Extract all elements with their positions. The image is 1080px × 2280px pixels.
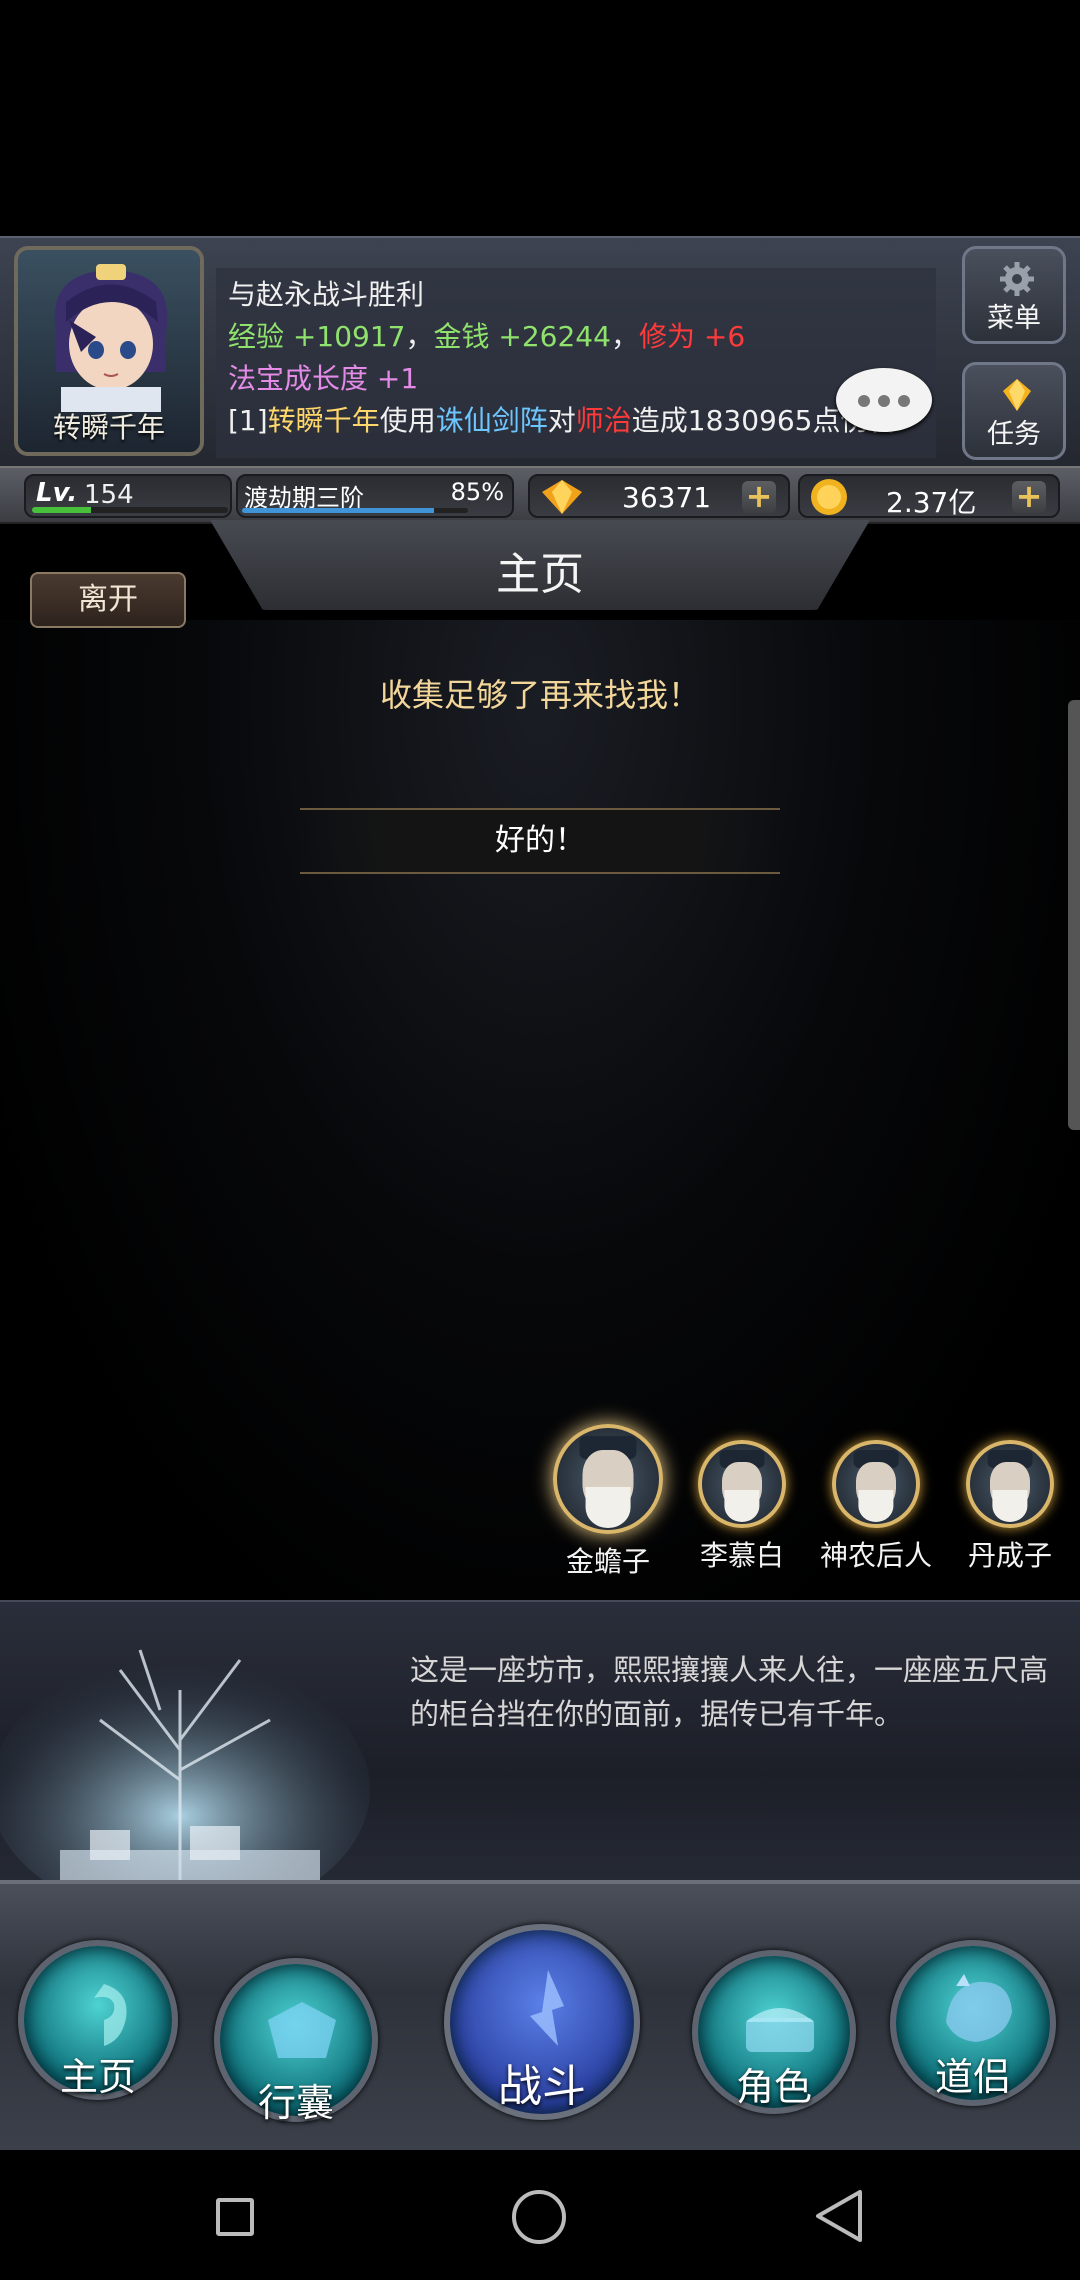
location-description: 这是一座坊市，熙熙攘攘人来人往，一座座五尺高的柜台挡在你的面前，据传已有千年。 bbox=[410, 1653, 1049, 1731]
npc-portrait-icon bbox=[832, 1440, 920, 1528]
sword-icon bbox=[530, 1970, 564, 2046]
scrollbar[interactable] bbox=[1068, 700, 1080, 1130]
market-tree-illustration bbox=[0, 1649, 370, 1910]
log-line-1: 与赵永战斗胜利 bbox=[228, 274, 924, 316]
realm-box: 渡劫期三阶 85% bbox=[236, 474, 514, 518]
task-gem-icon bbox=[1003, 379, 1031, 411]
avatar-portrait-icon bbox=[54, 264, 168, 412]
level-label: Lv. bbox=[36, 478, 78, 508]
log-round: [1] bbox=[228, 404, 268, 437]
player-avatar[interactable]: 转瞬千年 bbox=[14, 246, 204, 456]
add-gold-button[interactable]: + bbox=[1012, 480, 1046, 513]
task-button[interactable]: 任务 bbox=[962, 362, 1066, 460]
nav-bag-label: 行囊 bbox=[257, 2081, 334, 2125]
task-label: 任务 bbox=[987, 419, 1041, 450]
gem-count: 36371 bbox=[622, 481, 712, 514]
nav-partner-button[interactable]: 道侣 bbox=[890, 1940, 1056, 2106]
gold-box: 2.37亿 + bbox=[798, 474, 1060, 519]
log-line-4: [1]转瞬千年使用诛仙剑阵对师治造成1830965点伤害 bbox=[228, 400, 924, 442]
gem-box: 36371 + bbox=[528, 474, 790, 518]
status-area bbox=[0, 0, 1080, 236]
battle-log: 与赵永战斗胜利 经验 +10917，金钱 +26244，修为 +6 法宝成长度 … bbox=[216, 268, 936, 458]
npc-item[interactable]: 李慕白 bbox=[682, 1440, 802, 1574]
log-comma: ， bbox=[610, 320, 639, 353]
reply-option-ok[interactable]: 好的！ bbox=[300, 808, 780, 874]
log-line-2: 经验 +10917，金钱 +26244，修为 +6 bbox=[228, 316, 924, 358]
money-label: 金钱 bbox=[433, 320, 490, 353]
level-value: 154 bbox=[84, 480, 134, 510]
chat-bubble-icon[interactable] bbox=[836, 368, 932, 432]
home-icon bbox=[94, 1984, 127, 2046]
npc-name: 李慕白 bbox=[699, 1539, 784, 1572]
log-comma: ， bbox=[405, 320, 434, 353]
npc-name: 金蟾子 bbox=[565, 1545, 650, 1578]
cultivation-value: +6 bbox=[703, 320, 746, 353]
log-target: 师治 bbox=[575, 404, 632, 437]
realm-percent: 85% bbox=[450, 478, 504, 506]
treasure-value: +1 bbox=[376, 362, 419, 395]
system-nav-bar bbox=[0, 2150, 1080, 2280]
log-actor: 转瞬千年 bbox=[267, 404, 380, 437]
player-name: 转瞬千年 bbox=[52, 411, 165, 444]
money-value: +26244 bbox=[498, 320, 611, 353]
log-skill: 诛仙剑阵 bbox=[435, 404, 548, 437]
menu-button[interactable]: 菜单 bbox=[962, 246, 1066, 344]
leave-button[interactable]: 离开 bbox=[30, 572, 186, 628]
nav-battle-button[interactable]: 战斗 bbox=[444, 1924, 640, 2120]
npc-item[interactable]: 丹成子 bbox=[950, 1440, 1070, 1574]
player-header: 转瞬千年 与赵永战斗胜利 经验 +10917，金钱 +26244，修为 +6 法… bbox=[0, 236, 1080, 476]
npc-item[interactable]: 金蟾子 bbox=[548, 1424, 668, 1580]
level-progress-fill bbox=[32, 507, 91, 513]
gem-icon bbox=[542, 480, 582, 514]
nav-home-label: 主页 bbox=[59, 2055, 136, 2099]
nav-battle-label: 战斗 bbox=[498, 2061, 586, 2112]
stat-bar: Lv. 154 渡劫期三阶 85% 36371 + 2.37亿 + bbox=[0, 466, 1080, 524]
add-gems-button[interactable]: + bbox=[742, 480, 776, 513]
log-verb: 使用 bbox=[379, 404, 436, 437]
nav-character-button[interactable]: 角色 bbox=[692, 1950, 856, 2114]
npc-portrait-icon bbox=[698, 1440, 786, 1528]
level-box: Lv. 154 bbox=[24, 474, 232, 518]
exp-value: +10917 bbox=[292, 320, 406, 353]
npc-portrait-icon bbox=[966, 1440, 1054, 1528]
npc-item[interactable]: 神农后人 bbox=[816, 1440, 936, 1574]
nav-home-button[interactable]: 主页 bbox=[18, 1940, 178, 2100]
nav-character-label: 角色 bbox=[735, 2065, 812, 2109]
nav-partner-label: 道侣 bbox=[934, 2055, 1011, 2099]
log-prep: 对 bbox=[547, 404, 576, 437]
log-line-3: 法宝成长度 +1 bbox=[228, 358, 924, 400]
home-system-icon[interactable] bbox=[512, 2190, 566, 2244]
gold-coin-icon bbox=[811, 479, 847, 515]
bottom-nav: 主页 行囊 战斗 角色 道侣 bbox=[0, 1880, 1080, 2150]
npc-portrait-icon bbox=[553, 1424, 663, 1534]
level-progress-bar bbox=[32, 507, 228, 513]
realm-progress-fill bbox=[242, 508, 435, 513]
bag-icon bbox=[268, 2002, 336, 2058]
npc-name: 神农后人 bbox=[819, 1539, 932, 1572]
npc-speech: 收集足够了再来找我！ bbox=[379, 676, 700, 714]
chest-icon bbox=[746, 2008, 814, 2052]
pet-icon bbox=[946, 1974, 1012, 2042]
menu-label: 菜单 bbox=[987, 303, 1041, 334]
realm-progress-bar bbox=[242, 508, 468, 513]
log-victory-text: 与赵永战斗胜利 bbox=[228, 278, 425, 311]
exp-label: 经验 bbox=[228, 320, 285, 353]
back-icon[interactable] bbox=[812, 2188, 864, 2244]
gold-amount: 2.37亿 bbox=[886, 486, 977, 519]
cultivation-label: 修为 bbox=[638, 320, 695, 353]
npc-name: 丹成子 bbox=[967, 1539, 1052, 1572]
treasure-label: 法宝成长度 bbox=[228, 362, 369, 395]
nav-bag-button[interactable]: 行囊 bbox=[214, 1958, 378, 2125]
gear-icon bbox=[1000, 262, 1034, 296]
recent-apps-icon[interactable] bbox=[216, 2198, 254, 2236]
page-title: 主页 bbox=[496, 549, 584, 600]
